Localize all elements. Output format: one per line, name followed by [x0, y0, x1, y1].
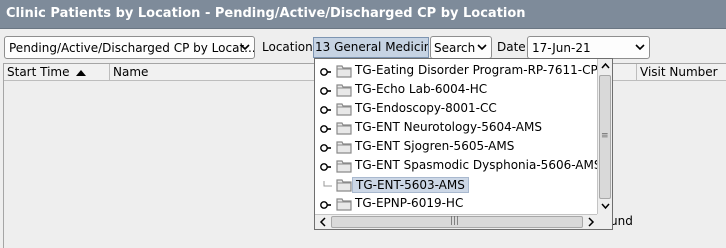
empty-table-message: und: [610, 214, 633, 228]
horizontal-scrollbar[interactable]: |||: [315, 214, 599, 229]
tree-item[interactable]: TG-ENT-5603-AMS: [315, 175, 599, 195]
folder-icon: [336, 178, 352, 192]
location-input-value: 13 General Medicine: [315, 40, 429, 54]
folder-icon: [336, 83, 352, 97]
folder-icon: [336, 102, 352, 116]
tree-item-label: TG-ENT-5603-AMS: [352, 177, 469, 193]
scroll-up-icon[interactable]: [601, 60, 610, 75]
view-select[interactable]: Pending/Active/Discharged CP by Locat...: [4, 36, 255, 59]
tree-item-label: TG-Echo Lab-6004-HC: [355, 82, 488, 96]
folder-icon: [336, 121, 352, 135]
tree-item[interactable]: TG-Endoscopy-8001-CC: [315, 99, 599, 119]
tree-item-label: TG-ENT Neurotology-5604-AMS: [355, 120, 542, 134]
search-select-label: Search: [434, 41, 476, 55]
column-header-label: Visit Number: [640, 65, 718, 79]
tree-item[interactable]: TG-Eating Disorder Program-RP-7611-CPH: [315, 61, 607, 81]
column-header-label: Name: [113, 65, 149, 79]
folder-icon: [336, 64, 352, 78]
sort-ascending-icon: [76, 65, 87, 81]
scroll-left-icon[interactable]: [318, 216, 328, 229]
date-select-value: 17-Jun-21: [532, 41, 591, 55]
tree-item[interactable]: TG-ENT Sjogren-5605-AMS: [315, 137, 599, 157]
grip-icon: |||: [450, 216, 460, 226]
date-select[interactable]: 17-Jun-21: [527, 36, 650, 59]
tree-item[interactable]: TG-EPNP-6019-HC: [315, 194, 599, 214]
chevron-down-icon: [477, 39, 487, 58]
window-title: Clinic Patients by Location - Pending/Ac…: [6, 6, 526, 21]
horizontal-scroll-thumb[interactable]: |||: [331, 216, 583, 228]
expand-handle-icon[interactable]: [320, 199, 331, 209]
vertical-scrollbar[interactable]: ≡: [597, 59, 612, 215]
view-select-value: Pending/Active/Discharged CP by Locat...: [9, 41, 255, 55]
column-header-visit-number[interactable]: Visit Number: [637, 64, 726, 81]
tree-item-label: TG-Eating Disorder Program-RP-7611-CPH: [355, 63, 607, 77]
column-header-start-time[interactable]: Start Time: [4, 64, 110, 81]
search-select[interactable]: Search: [430, 36, 492, 59]
grip-icon: ≡: [601, 131, 609, 141]
expand-handle-icon[interactable]: [320, 104, 331, 114]
expand-handle-icon[interactable]: [320, 85, 331, 95]
window-titlebar: Clinic Patients by Location - Pending/Ac…: [0, 0, 726, 29]
chevron-down-icon: [635, 39, 645, 58]
expand-handle-icon[interactable]: [320, 66, 331, 76]
tree-item-label: TG-ENT Spasmodic Dysphonia-5606-AMS: [355, 158, 602, 172]
tree-item[interactable]: TG-ENT Neurotology-5604-AMS: [315, 118, 599, 138]
tree-item-label: TG-EPNP-6019-HC: [355, 196, 464, 210]
scrollbar-corner: [597, 214, 612, 229]
vertical-scroll-thumb[interactable]: ≡: [599, 75, 611, 199]
scroll-down-icon[interactable]: [601, 200, 610, 215]
tree-item[interactable]: TG-Echo Lab-6004-HC: [315, 80, 599, 100]
scroll-right-icon[interactable]: [586, 216, 596, 229]
expand-handle-icon[interactable]: [320, 142, 331, 152]
tree-item-label: TG-Endoscopy-8001-CC: [355, 101, 497, 115]
tree-item-label: TG-ENT Sjogren-5605-AMS: [355, 139, 515, 153]
column-header-label: Start Time: [7, 65, 70, 79]
location-label: Location:: [262, 40, 317, 54]
expand-handle-icon[interactable]: [320, 161, 331, 171]
location-input[interactable]: 13 General Medicine: [313, 37, 429, 58]
date-label: Date:: [497, 40, 530, 54]
location-dropdown-popup[interactable]: TG-Eating Disorder Program-RP-7611-CPH TG…: [314, 58, 613, 230]
folder-icon: [336, 197, 352, 211]
tree-item[interactable]: TG-ENT Spasmodic Dysphonia-5606-AMS: [315, 156, 602, 176]
chevron-down-icon: [240, 39, 250, 58]
folder-icon: [336, 159, 352, 173]
tree-line-icon: [320, 180, 332, 190]
expand-handle-icon[interactable]: [320, 123, 331, 133]
folder-icon: [336, 140, 352, 154]
